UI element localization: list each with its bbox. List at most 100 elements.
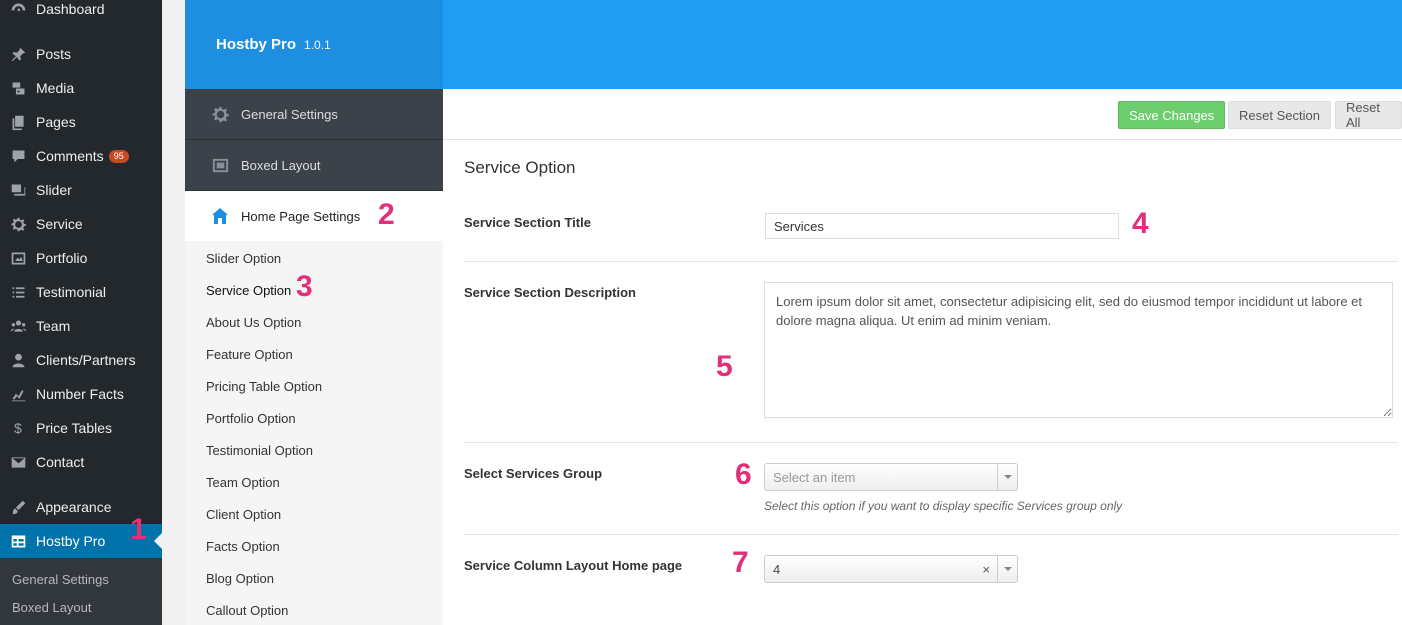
options-tab-label: General Settings — [241, 106, 338, 122]
gutter — [162, 0, 185, 625]
submenu-slider-option[interactable]: Slider Option — [185, 242, 443, 274]
divider — [463, 442, 1398, 443]
submenu-facts-option[interactable]: Facts Option — [185, 530, 443, 562]
dollar-icon: $ — [14, 420, 22, 436]
chevron-down-icon[interactable] — [997, 556, 1017, 582]
menu-clients[interactable]: Clients/Partners — [0, 343, 162, 377]
annotation-2: 2 — [378, 198, 395, 231]
list-icon — [0, 284, 36, 301]
options-tab-general-settings[interactable]: General Settings — [185, 89, 443, 140]
media-icon — [0, 80, 36, 97]
submenu-feature-option[interactable]: Feature Option — [185, 338, 443, 370]
services-group-label: Select Services Group — [464, 466, 603, 481]
menu-pages[interactable]: Pages — [0, 105, 162, 139]
menu-team[interactable]: Team — [0, 309, 162, 343]
services-group-select[interactable]: Select an item — [764, 463, 1018, 491]
options-menu: General Settings Boxed Layout Home Page … — [185, 89, 443, 625]
service-description-textarea[interactable]: Lorem ipsum dolor sit amet, consectetur … — [764, 282, 1393, 418]
menu-comments[interactable]: Comments 95 — [0, 139, 162, 173]
pages-icon — [0, 114, 36, 131]
menu-slider[interactable]: Slider — [0, 173, 162, 207]
menu-label: Number Facts — [36, 386, 124, 402]
submenu-portfolio-option[interactable]: Portfolio Option — [185, 402, 443, 434]
panel-title: Hostby Pro — [216, 36, 297, 53]
menu-dashboard[interactable]: Dashboard — [0, 0, 162, 26]
menu-label: Posts — [36, 46, 72, 62]
service-title-input[interactable] — [765, 213, 1119, 239]
menu-label: Clients/Partners — [36, 352, 136, 368]
user-icon — [0, 352, 36, 369]
chevron-down-icon[interactable] — [997, 464, 1017, 490]
submenu-general-settings[interactable]: General Settings — [0, 565, 162, 593]
brush-icon — [0, 499, 36, 516]
gear-icon — [210, 104, 230, 124]
submenu-blog-option[interactable]: Blog Option — [185, 562, 443, 594]
menu-posts[interactable]: Posts — [0, 37, 162, 71]
menu-testimonial[interactable]: Testimonial — [0, 275, 162, 309]
panel-header-bar — [443, 0, 1402, 89]
menu-label: Media — [36, 80, 75, 96]
menu-label: Comments — [36, 148, 104, 164]
reset-section-button[interactable]: Reset Section — [1228, 101, 1331, 129]
home-icon — [210, 206, 230, 226]
submenu-client-option[interactable]: Client Option — [185, 498, 443, 530]
mail-icon — [0, 454, 36, 471]
menu-label: Price Tables — [36, 420, 113, 436]
annotation-4: 4 — [1132, 207, 1149, 240]
submenu-service-option[interactable]: Service Option — [185, 274, 443, 306]
select-placeholder: Select an item — [773, 469, 856, 485]
save-changes-button[interactable]: Save Changes — [1118, 101, 1226, 129]
menu-contact[interactable]: Contact — [0, 445, 162, 479]
menu-portfolio[interactable]: Portfolio — [0, 241, 162, 275]
menu-label: Testimonial — [36, 284, 107, 300]
menu-label: Portfolio — [36, 250, 88, 266]
team-icon — [0, 318, 36, 335]
options-tab-home-page-settings[interactable]: Home Page Settings — [185, 191, 443, 241]
submenu-boxed-layout[interactable]: Boxed Layout — [0, 593, 162, 621]
divider — [463, 534, 1398, 535]
slider-icon — [0, 182, 36, 199]
chart-icon — [0, 386, 36, 403]
options-tab-boxed-layout[interactable]: Boxed Layout — [185, 140, 443, 191]
submenu-callout-option[interactable]: Callout Option — [185, 594, 443, 625]
annotation-3: 3 — [296, 270, 313, 303]
comment-icon — [0, 148, 36, 165]
options-tab-label: Boxed Layout — [241, 157, 321, 173]
clear-icon[interactable]: × — [982, 562, 990, 577]
section-title: Service Option — [464, 158, 576, 177]
layout-icon — [210, 155, 230, 175]
submenu-about-us-option[interactable]: About Us Option — [185, 306, 443, 338]
submenu-testimonial-option[interactable]: Testimonial Option — [185, 434, 443, 466]
submenu-pricing-table-option[interactable]: Pricing Table Option — [185, 370, 443, 402]
panel-brand: Hostby Pro 1.0.1 — [185, 0, 443, 89]
menu-label: Appearance — [36, 499, 112, 515]
menu-number-facts[interactable]: Number Facts — [0, 377, 162, 411]
select-value: 4 — [773, 561, 781, 577]
portfolio-icon — [0, 250, 36, 267]
menu-label: Team — [36, 318, 71, 334]
menu-service[interactable]: Service — [0, 207, 162, 241]
menu-label: Dashboard — [36, 1, 105, 17]
column-layout-label: Service Column Layout Home page — [464, 558, 683, 573]
reset-all-button[interactable]: Reset All — [1335, 100, 1402, 130]
menu-label: Pages — [36, 114, 76, 130]
menu-media[interactable]: Media — [0, 71, 162, 105]
comment-count-badge: 95 — [108, 149, 129, 163]
dashboard-icon — [0, 1, 36, 18]
annotation-6: 6 — [735, 458, 752, 491]
annotation-1: 1 — [130, 513, 147, 546]
toolbar: Save Changes Reset Section Reset All — [443, 89, 1402, 140]
menu-label: Hostby Pro — [36, 533, 106, 549]
column-layout-select[interactable]: 4 × — [764, 555, 1018, 583]
table-icon — [0, 533, 36, 550]
annotation-5: 5 — [716, 350, 733, 383]
services-group-help: Select this option if you want to displa… — [764, 499, 1123, 513]
hostby-submenu: General Settings Boxed Layout — [0, 558, 162, 625]
menu-label: Slider — [36, 182, 72, 198]
options-tab-label: Home Page Settings — [241, 208, 361, 224]
menu-price-tables[interactable]: $ Price Tables — [0, 411, 162, 445]
service-description-label: Service Section Description — [464, 285, 636, 300]
divider — [463, 261, 1398, 262]
submenu-team-option[interactable]: Team Option — [185, 466, 443, 498]
menu-label: Service — [36, 216, 83, 232]
